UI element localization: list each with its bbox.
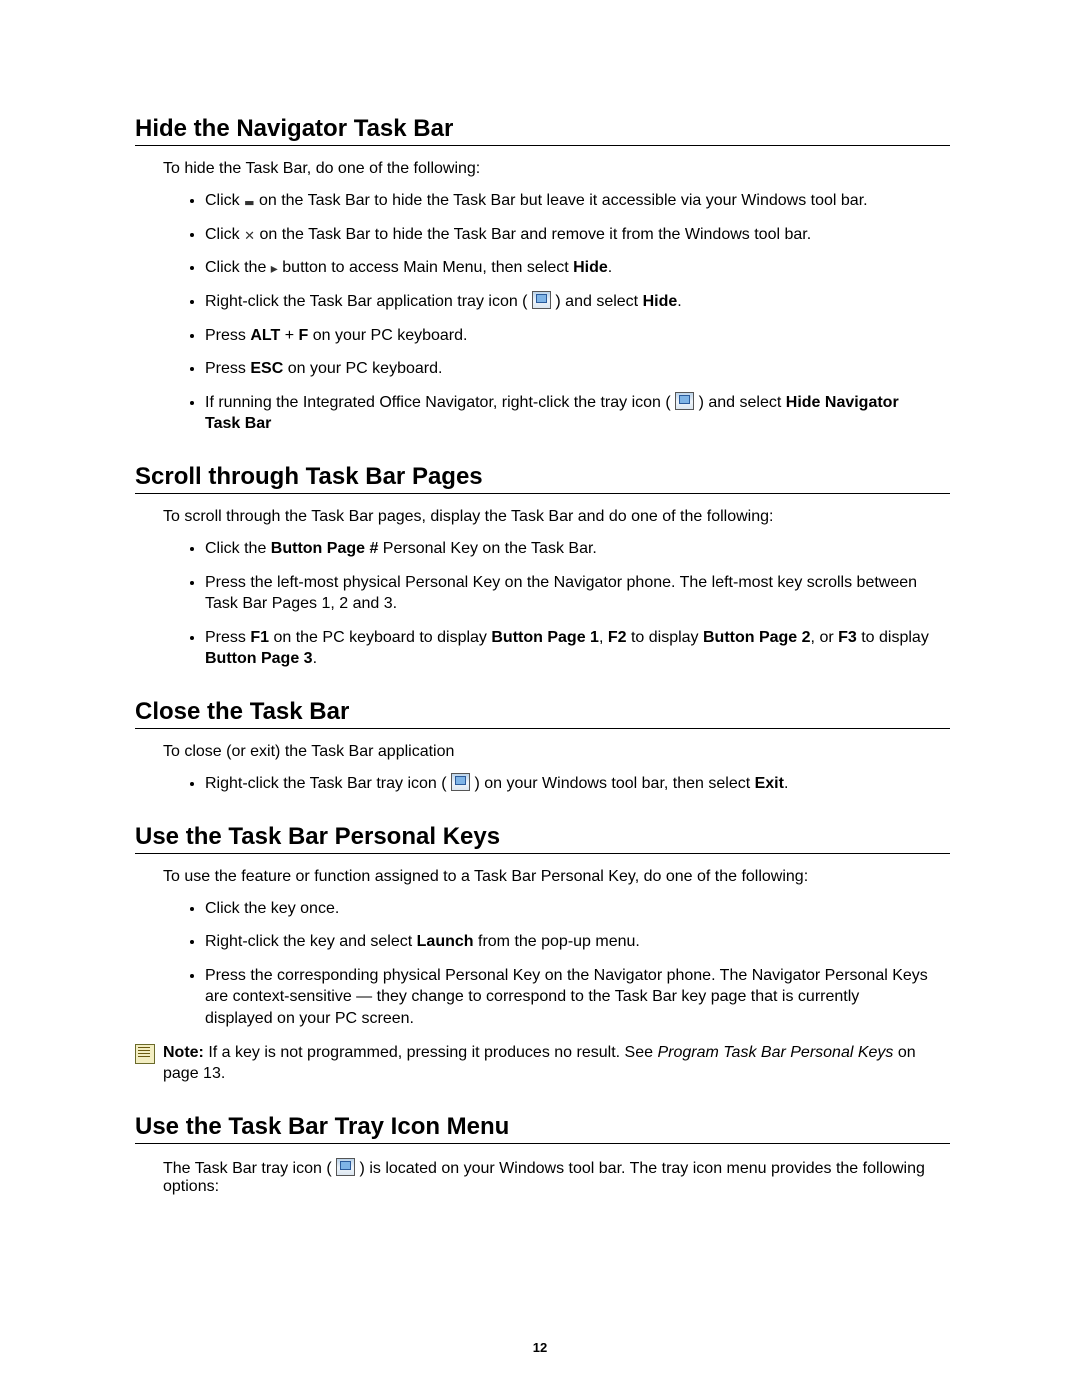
section-traymenu: Use the Task Bar Tray Icon Menu The Task… xyxy=(135,1113,950,1196)
text: Right-click the Task Bar application tra… xyxy=(205,293,532,310)
list-item: Click the button to access Main Menu, th… xyxy=(205,257,950,279)
text: , or xyxy=(811,629,839,646)
bold-text: Hide xyxy=(643,293,678,310)
text: . xyxy=(677,293,681,310)
bold-text: F1 xyxy=(250,629,269,646)
bullets-close: Right-click the Task Bar tray icon ( ) o… xyxy=(205,773,950,795)
intro-scroll: To scroll through the Task Bar pages, di… xyxy=(163,508,950,526)
text: Click xyxy=(205,192,244,209)
text: Press xyxy=(205,360,250,377)
minimize-icon xyxy=(244,190,254,212)
section-close: Close the Task Bar To close (or exit) th… xyxy=(135,698,950,795)
bold-text: Launch xyxy=(417,933,474,950)
heading-traymenu: Use the Task Bar Tray Icon Menu xyxy=(135,1113,950,1144)
bullets-hide: Click on the Task Bar to hide the Task B… xyxy=(205,190,950,435)
list-item: Click on the Task Bar to hide the Task B… xyxy=(205,224,950,246)
text: to display xyxy=(857,629,929,646)
bullets-personal: Click the key once. Right-click the key … xyxy=(205,898,950,1030)
text: from the pop-up menu. xyxy=(474,933,640,950)
heading-personal: Use the Task Bar Personal Keys xyxy=(135,823,950,854)
list-item: Click the key once. xyxy=(205,898,950,920)
text: button to access Main Menu, then select xyxy=(278,259,573,276)
text: on your PC keyboard. xyxy=(308,327,467,344)
bold-text: Button Page 2 xyxy=(703,629,811,646)
text: Press xyxy=(205,629,250,646)
text: Click the xyxy=(205,259,271,276)
bold-text: F xyxy=(299,327,309,344)
text: ) on your Windows tool bar, then select xyxy=(470,775,755,792)
bold-text: Button Page 3 xyxy=(205,650,313,667)
text: Click xyxy=(205,226,244,243)
text: on the Task Bar to hide the Task Bar and… xyxy=(255,226,811,243)
list-item: Click the Button Page # Personal Key on … xyxy=(205,538,950,560)
bold-text: Note: xyxy=(163,1044,204,1061)
italic-text: Program Task Bar Personal Keys xyxy=(657,1044,893,1061)
heading-close: Close the Task Bar xyxy=(135,698,950,729)
bold-text: ESC xyxy=(250,360,283,377)
bold-text: ALT xyxy=(250,327,280,344)
list-item: Press the left-most physical Personal Ke… xyxy=(205,572,950,615)
text: to display xyxy=(627,629,703,646)
play-icon xyxy=(271,257,278,279)
heading-hide: Hide the Navigator Task Bar xyxy=(135,115,950,146)
bold-text: Button Page # xyxy=(271,540,379,557)
bold-text: F3 xyxy=(838,629,857,646)
text: Click the xyxy=(205,540,271,557)
page-number: 12 xyxy=(0,1340,1080,1355)
list-item: Press ALT + F on your PC keyboard. xyxy=(205,325,950,347)
section-hide: Hide the Navigator Task Bar To hide the … xyxy=(135,115,950,435)
list-item: Right-click the Task Bar application tra… xyxy=(205,291,950,313)
tray-icon xyxy=(675,392,694,410)
list-item: Press F1 on the PC keyboard to display B… xyxy=(205,627,950,670)
text: Right-click the Task Bar tray icon ( xyxy=(205,775,451,792)
text: Click the key once. xyxy=(205,900,339,917)
text: ) and select xyxy=(694,394,786,411)
text: , xyxy=(599,629,608,646)
note-text: Note: If a key is not programmed, pressi… xyxy=(163,1042,950,1085)
close-icon xyxy=(244,224,255,246)
text: Personal Key on the Task Bar. xyxy=(378,540,597,557)
bold-text: Button Page 1 xyxy=(491,629,599,646)
intro-close: To close (or exit) the Task Bar applicat… xyxy=(163,743,950,761)
text: The Task Bar tray icon ( xyxy=(163,1160,336,1177)
text: . xyxy=(313,650,317,667)
intro-personal: To use the feature or function assigned … xyxy=(163,868,950,886)
section-personal: Use the Task Bar Personal Keys To use th… xyxy=(135,823,950,1085)
note-icon xyxy=(135,1044,155,1064)
list-item: Right-click the key and select Launch fr… xyxy=(205,931,950,953)
intro-hide: To hide the Task Bar, do one of the foll… xyxy=(163,160,950,178)
tray-icon xyxy=(451,773,470,791)
text: on your PC keyboard. xyxy=(283,360,442,377)
text: . xyxy=(784,775,788,792)
list-item: Right-click the Task Bar tray icon ( ) o… xyxy=(205,773,950,795)
bullets-scroll: Click the Button Page # Personal Key on … xyxy=(205,538,950,670)
heading-scroll: Scroll through Task Bar Pages xyxy=(135,463,950,494)
text: . xyxy=(608,259,612,276)
text: Press the corresponding physical Persona… xyxy=(205,967,928,1027)
text: on the PC keyboard to display xyxy=(269,629,491,646)
text: If running the Integrated Office Navigat… xyxy=(205,394,675,411)
bold-text: Exit xyxy=(755,775,784,792)
text: If a key is not programmed, pressing it … xyxy=(204,1044,658,1061)
document-page: Hide the Navigator Task Bar To hide the … xyxy=(0,0,1080,1397)
list-item: Press ESC on your PC keyboard. xyxy=(205,358,950,380)
text: Press xyxy=(205,327,250,344)
bold-text: Hide xyxy=(573,259,608,276)
text: ) and select xyxy=(551,293,643,310)
text: + xyxy=(280,327,298,344)
text: on the Task Bar to hide the Task Bar but… xyxy=(255,192,868,209)
list-item: Click on the Task Bar to hide the Task B… xyxy=(205,190,950,212)
intro-traymenu: The Task Bar tray icon ( ) is located on… xyxy=(163,1158,950,1196)
bold-text: F2 xyxy=(608,629,627,646)
tray-icon xyxy=(532,291,551,309)
list-item: Press the corresponding physical Persona… xyxy=(205,965,950,1030)
text: Right-click the key and select xyxy=(205,933,417,950)
list-item: If running the Integrated Office Navigat… xyxy=(205,392,950,435)
note: Note: If a key is not programmed, pressi… xyxy=(135,1042,950,1085)
text: Press the left-most physical Personal Ke… xyxy=(205,574,917,613)
tray-icon xyxy=(336,1158,355,1176)
section-scroll: Scroll through Task Bar Pages To scroll … xyxy=(135,463,950,670)
